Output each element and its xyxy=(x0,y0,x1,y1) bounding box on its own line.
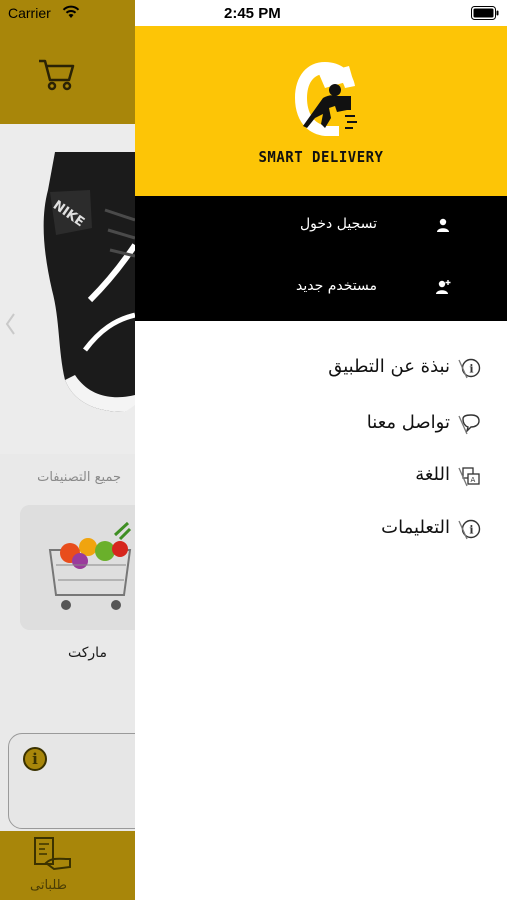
login-label: تسجيل دخول xyxy=(300,216,377,232)
carrier-label: Carrier xyxy=(8,5,51,21)
menu-item-label: اللغة xyxy=(415,464,450,485)
menu-item-language[interactable]: اللغة A xyxy=(135,456,507,496)
register-button[interactable]: مستخدم جديد xyxy=(135,258,507,320)
info-icon: i xyxy=(458,358,481,379)
category-card-market[interactable] xyxy=(20,505,135,630)
screen: NIKE جميع التصنيفات ماركت i طلباتى SMART… xyxy=(0,0,507,900)
menu-item-label: نبذة عن التطبيق xyxy=(328,356,450,377)
shoe-image: NIKE xyxy=(43,152,135,412)
status-bar: Carrier 2:45 PM xyxy=(0,0,507,26)
login-button[interactable]: تسجيل دخول xyxy=(135,196,507,258)
menu-item-label: تواصل معنا xyxy=(366,412,450,433)
drawer-header: SMART DELIVERY xyxy=(135,26,507,196)
info-icon: i xyxy=(23,747,47,771)
svg-text:i: i xyxy=(469,524,473,537)
status-time: 2:45 PM xyxy=(224,5,281,22)
user-icon xyxy=(437,218,449,232)
cart-icon[interactable] xyxy=(36,56,76,92)
add-user-icon xyxy=(436,280,451,294)
orders-icon[interactable] xyxy=(32,835,72,873)
info-icon: i xyxy=(458,519,481,540)
carousel-prev-icon[interactable] xyxy=(0,154,20,384)
register-label: مستخدم جديد xyxy=(296,278,377,294)
grocery-cart-image xyxy=(20,505,135,630)
wifi-icon xyxy=(62,5,80,18)
tab-orders-label[interactable]: طلباتى xyxy=(30,878,67,893)
menu-item-about[interactable]: نبذة عن التطبيق i xyxy=(135,348,507,388)
all-categories-link[interactable]: جميع التصنيفات xyxy=(37,470,121,485)
logo-text: SMART DELIVERY xyxy=(258,149,384,167)
svg-text:A: A xyxy=(471,476,476,484)
menu-item-label: التعليمات xyxy=(381,517,450,538)
menu-item-instructions[interactable]: التعليمات i xyxy=(135,509,507,549)
category-label: ماركت xyxy=(68,645,107,661)
language-icon: A xyxy=(458,467,480,487)
auth-panel: تسجيل دخول مستخدم جديد xyxy=(135,196,507,321)
smart-delivery-logo xyxy=(295,62,357,136)
background-app[interactable]: NIKE جميع التصنيفات ماركت i طلباتى xyxy=(0,0,135,900)
chat-bubble-icon xyxy=(458,414,480,435)
tab-bar: طلباتى xyxy=(0,831,135,900)
menu-item-contact[interactable]: تواصل معنا xyxy=(135,404,507,444)
svg-text:i: i xyxy=(469,363,473,376)
side-drawer: SMART DELIVERY تسجيل دخول مستخدم جديد نب… xyxy=(135,0,507,900)
battery-icon xyxy=(471,6,499,20)
notice-card[interactable]: i xyxy=(8,733,135,829)
